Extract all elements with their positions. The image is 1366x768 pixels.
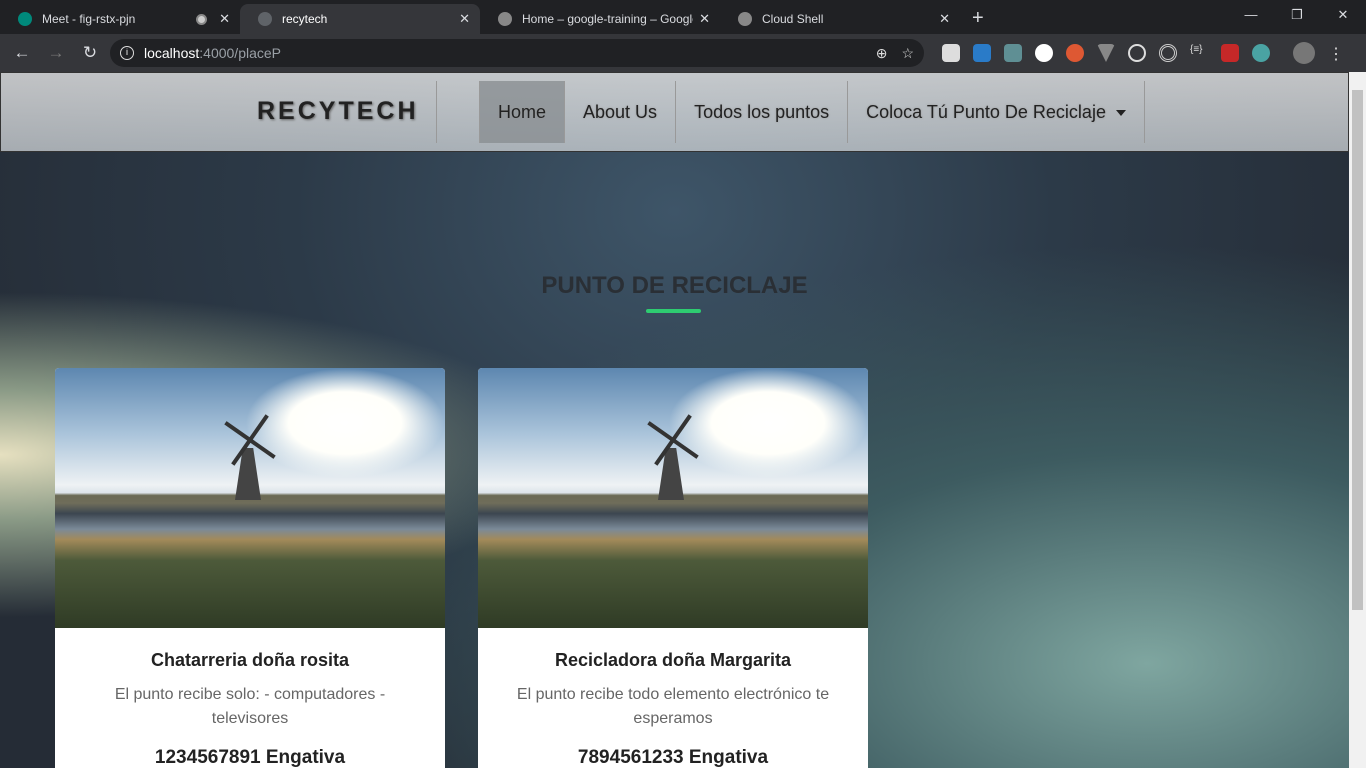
section-title: PUNTO DE RECICLAJE	[541, 272, 808, 299]
close-tab-icon[interactable]: ✕	[459, 11, 470, 27]
globe-icon	[258, 12, 272, 26]
card-phone-location: 1234567891 Engativa	[154, 747, 346, 768]
zoom-icon[interactable]: ⊕	[876, 45, 888, 62]
minimize-button[interactable]: —	[1228, 0, 1274, 30]
browser-toolbar: ← → ↻ i localhost:4000/placeP ⊕ ☆ {≡} ⋮	[0, 34, 1366, 72]
cloud-icon[interactable]	[1252, 44, 1270, 62]
brand-logo[interactable]: RECYTECH	[257, 97, 419, 126]
page-scrollbar[interactable]	[1349, 72, 1366, 768]
cast-icon[interactable]	[942, 44, 960, 62]
extensions: {≡} ⋮	[942, 42, 1344, 64]
card-name: Chatarreria doña rosita	[150, 650, 350, 670]
tab-home-google-training[interactable]: Home – google-training – Google ✕	[480, 4, 720, 34]
cloud-icon	[738, 12, 752, 26]
duckduckgo-icon[interactable]	[1066, 44, 1084, 62]
page-content: RECYTECH Home About Us Todos los puntos …	[0, 72, 1349, 768]
color-picker-icon[interactable]	[1004, 44, 1022, 62]
recycling-point-card[interactable]: Chatarreria doña rosita El punto recibe …	[55, 368, 445, 768]
forward-button[interactable]: →	[42, 43, 70, 63]
card-name: Recicladora doña Margarita	[554, 650, 792, 670]
reload-button[interactable]: ↻	[76, 43, 104, 63]
windmill-image	[55, 368, 445, 628]
close-tab-icon[interactable]: ✕	[939, 11, 950, 27]
new-tab-button[interactable]: +	[960, 7, 996, 34]
caret-down-icon	[1115, 110, 1126, 117]
nav-home[interactable]: Home	[479, 81, 566, 143]
scrollbar-thumb[interactable]	[1352, 90, 1363, 610]
card-description: El punto recibe todo elemento electrónic…	[516, 686, 830, 727]
meet-icon	[18, 12, 32, 26]
site-navbar: RECYTECH Home About Us Todos los puntos …	[0, 72, 1349, 152]
nav-about-us[interactable]: About Us	[565, 81, 677, 143]
target-icon[interactable]	[1159, 44, 1177, 62]
star-icon[interactable]: ☆	[901, 45, 914, 62]
close-tab-icon[interactable]: ✕	[219, 11, 230, 27]
red-ff-icon[interactable]	[1221, 44, 1239, 62]
back-button[interactable]: ←	[8, 43, 36, 63]
recycling-point-card[interactable]: Recicladora doña Margarita El punto reci…	[478, 368, 868, 768]
h-icon[interactable]	[1035, 44, 1053, 62]
blue-extension-icon[interactable]	[973, 44, 991, 62]
card-phone-location: 7894561233 Engativa	[577, 747, 769, 768]
tab-strip: Meet - fig-rstx-pjn ✕ recytech ✕ Home – go…	[0, 0, 1366, 34]
address-bar[interactable]: i localhost:4000/placeP ⊕ ☆	[110, 39, 924, 67]
json-icon[interactable]: {≡}	[1190, 44, 1208, 62]
restore-button[interactable]: ❐	[1274, 0, 1320, 30]
tab-recytech[interactable]: recytech ✕	[240, 4, 480, 34]
tab-meet[interactable]: Meet - fig-rstx-pjn ✕	[0, 4, 240, 34]
nav-todos-los-puntos[interactable]: Todos los puntos	[676, 81, 849, 143]
avatar[interactable]	[1293, 42, 1315, 64]
title-underline	[646, 309, 701, 313]
vue-devtools-icon[interactable]	[1097, 44, 1115, 62]
tab-cloud-shell[interactable]: Cloud Shell ✕	[720, 4, 960, 34]
recording-icon	[196, 13, 208, 25]
windmill-image	[478, 368, 868, 628]
close-tab-icon[interactable]: ✕	[699, 11, 710, 27]
menu-icon[interactable]: ⋮	[1328, 44, 1344, 63]
react-devtools-icon[interactable]	[1128, 44, 1146, 62]
card-description: El punto recibe solo: - computadores - t…	[114, 686, 386, 727]
info-icon[interactable]: i	[120, 46, 134, 60]
cloud-icon	[498, 12, 512, 26]
close-window-button[interactable]: ✕	[1320, 0, 1366, 30]
nav-coloca-punto-dropdown[interactable]: Coloca Tú Punto De Reciclaje	[848, 81, 1145, 143]
